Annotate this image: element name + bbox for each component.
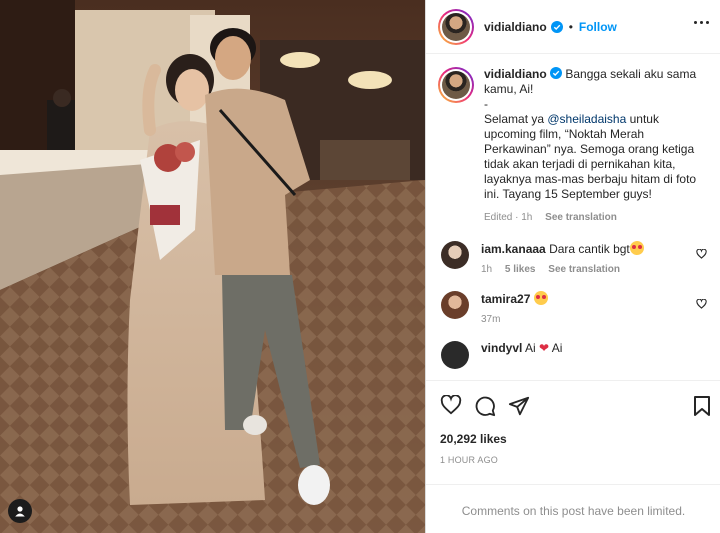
commenter-username[interactable]: iam.kanaaa	[481, 242, 546, 256]
comment-item: iam.kanaaa Dara cantik bgt 1h 5 likes Se…	[438, 241, 709, 275]
mention-link[interactable]: @sheiladaisha	[547, 112, 626, 126]
caption-avatar[interactable]	[438, 67, 474, 103]
post-image	[0, 0, 425, 533]
comments-section[interactable]: vidialdiano Bangga sekali aku sama kamu,…	[426, 55, 720, 380]
caption-meta: Edited · 1h See translation	[484, 210, 706, 225]
comment-text: Ai	[525, 341, 536, 355]
edited-label: Edited · 1h	[484, 212, 533, 223]
comment-likes[interactable]: 5 likes	[505, 264, 536, 275]
see-translation-link[interactable]: See translation	[548, 264, 620, 275]
share-icon[interactable]	[508, 395, 530, 417]
heart-eyes-emoji	[629, 241, 644, 255]
verified-badge-icon	[550, 67, 563, 79]
comment-text: Dara cantik bgt	[549, 242, 630, 256]
comment-meta: 37m	[481, 314, 696, 325]
likes-count[interactable]: 20,292 likes	[440, 432, 507, 446]
post-caption: vidialdiano Bangga sekali aku sama kamu,…	[438, 67, 709, 225]
like-comment-icon[interactable]	[696, 249, 707, 259]
caption-text-body: Selamat ya @sheiladaisha untuk upcoming …	[484, 112, 697, 201]
more-options-icon[interactable]	[694, 21, 709, 24]
comment-text-2: Ai	[551, 341, 563, 355]
author-username[interactable]: vidialdiano	[484, 20, 547, 34]
commenter-avatar[interactable]	[441, 291, 469, 319]
comment-time: 1h	[481, 264, 493, 275]
verified-badge-icon	[550, 20, 563, 33]
see-translation-link[interactable]: See translation	[545, 212, 617, 223]
like-icon[interactable]	[440, 395, 462, 415]
comment-icon[interactable]	[474, 395, 496, 417]
tagged-users-button[interactable]	[8, 499, 32, 523]
comment-item: vindyvl Ai ❤ Ai	[438, 341, 709, 369]
caption-username[interactable]: vidialdiano	[484, 67, 547, 81]
post-actions: 20,292 likes 1 HOUR AGO Comments on this…	[426, 380, 720, 533]
caption-dash: -	[484, 97, 488, 111]
post-header: vidialdiano • Follow	[426, 0, 720, 54]
comment-meta: 1h 5 likes See translation	[481, 264, 696, 275]
commenter-avatar[interactable]	[441, 341, 469, 369]
save-bookmark-icon[interactable]	[693, 395, 711, 417]
comments-limited-notice: Comments on this post have been limited.	[426, 484, 720, 518]
heart-eyes-emoji	[533, 291, 548, 305]
post-photo[interactable]	[0, 0, 425, 533]
comment-item: tamira27 37m	[438, 291, 709, 325]
commenter-username[interactable]: tamira27	[481, 292, 530, 306]
heart-emoji: ❤	[539, 341, 550, 355]
author-avatar[interactable]	[438, 8, 474, 45]
like-comment-icon[interactable]	[696, 299, 707, 309]
commenter-avatar[interactable]	[441, 241, 469, 269]
comment-time: 37m	[481, 314, 501, 325]
post-timestamp: 1 HOUR AGO	[440, 455, 499, 465]
follow-button[interactable]: Follow	[579, 20, 617, 34]
separator-dot: •	[568, 19, 573, 34]
user-icon	[15, 506, 25, 517]
post-side-panel: vidialdiano • Follow vidialdiano Bangga …	[425, 0, 720, 533]
commenter-username[interactable]: vindyvl	[481, 341, 522, 355]
